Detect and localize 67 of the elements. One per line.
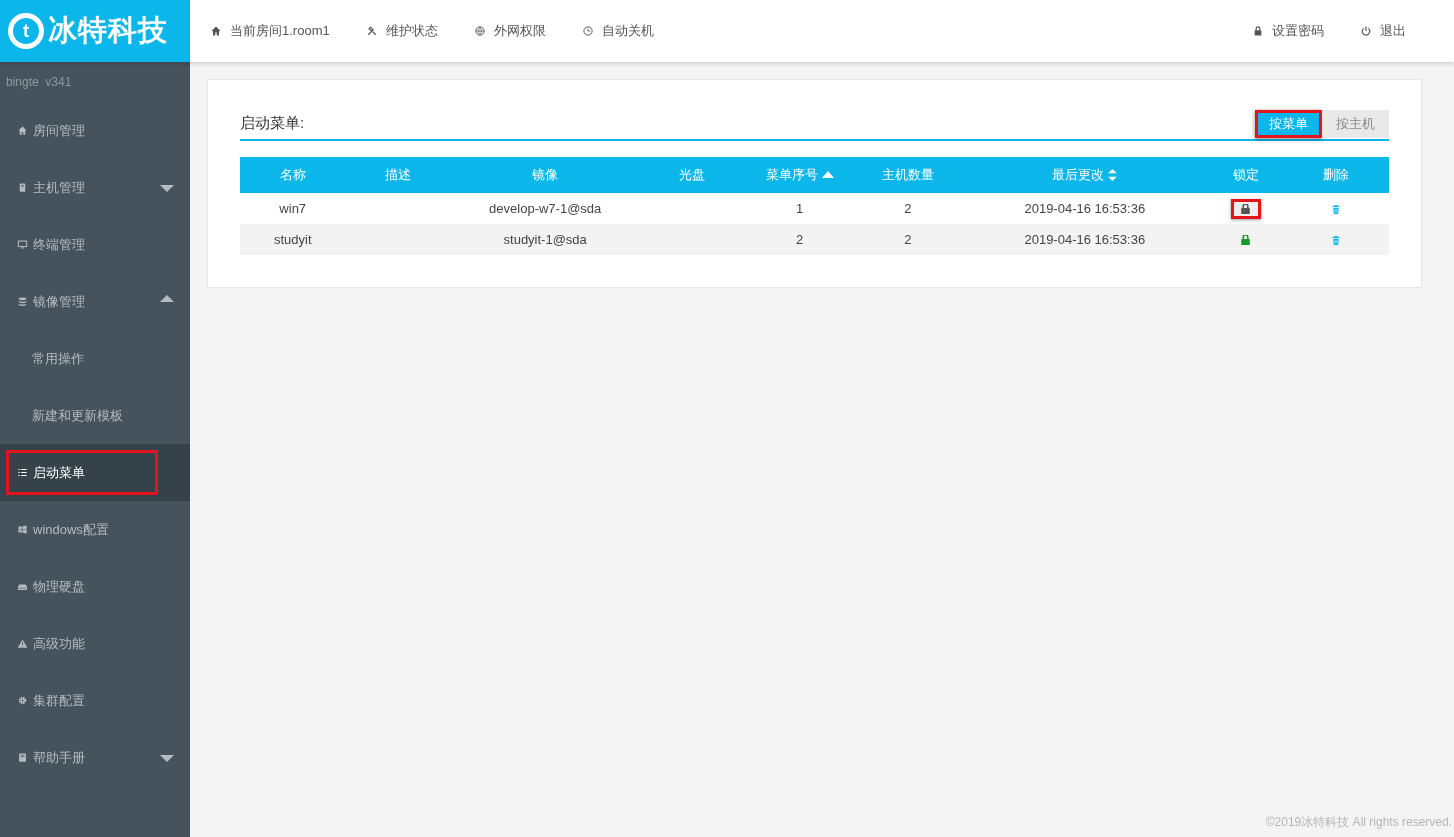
home-icon <box>210 25 222 37</box>
server-icon <box>17 182 28 193</box>
version-label: bingte v341 <box>5 74 73 91</box>
settings-icon <box>17 695 28 706</box>
home-icon <box>17 125 28 136</box>
column-header: 删除 <box>1323 166 1350 185</box>
clock-icon <box>581 25 594 37</box>
sidebar-item[interactable]: 终端管理 <box>0 216 190 273</box>
column-header: 镜像 <box>532 166 559 185</box>
nav-link[interactable]: 退出 <box>1360 21 1406 41</box>
table-cell: 2019-04-16 16:53:36 <box>1024 200 1146 216</box>
column-header: 光盘 <box>679 166 706 185</box>
globe-icon <box>473 25 486 37</box>
lock-icon[interactable] <box>1241 234 1251 245</box>
lock-icon <box>1252 25 1264 37</box>
sidebar-item[interactable]: 常用操作 <box>0 330 190 387</box>
logo-mark: t <box>8 13 44 49</box>
delete-icon[interactable] <box>1331 234 1342 246</box>
sidebar-item[interactable]: 集群配置 <box>0 672 190 729</box>
sort-ascending-icon <box>821 171 834 179</box>
column-header: 锁定 <box>1232 166 1259 185</box>
logo-text: 冰特科技 <box>48 13 168 49</box>
sidebar-item[interactable]: windows配置 <box>0 501 190 558</box>
sidebar-item[interactable]: 镜像管理 <box>0 273 190 330</box>
power-icon <box>1360 25 1372 37</box>
nav-link[interactable]: 自动关机 <box>581 21 654 41</box>
table-cell: 2 <box>904 231 912 247</box>
caret-icon <box>160 185 174 192</box>
sidebar-item[interactable]: 房间管理 <box>0 102 190 159</box>
nav-link[interactable]: 当前房间1.room1 <box>210 21 330 41</box>
sidebar-item[interactable]: 主机管理 <box>0 159 190 216</box>
sort-icon <box>1108 169 1118 181</box>
table-cell: 2019-04-16 16:53:36 <box>1024 231 1146 247</box>
table-cell: 1 <box>796 200 804 216</box>
sidebar-item[interactable]: 启动菜单 <box>0 444 190 501</box>
column-header: 主机数量 <box>881 166 934 185</box>
panel-title: 启动菜单: <box>240 112 306 133</box>
table-cell: win7 <box>279 200 307 216</box>
monitor-icon <box>17 239 28 250</box>
lock-icon[interactable] <box>1241 203 1251 214</box>
column-header: 最后更改 <box>1052 165 1118 185</box>
warning-icon <box>17 638 28 649</box>
tools-icon <box>365 25 378 37</box>
table-cell: studyit <box>273 231 312 247</box>
list-icon <box>17 467 28 478</box>
windows-icon <box>17 524 28 535</box>
sidebar-item[interactable]: 新建和更新模板 <box>0 387 190 444</box>
nav-link[interactable]: 设置密码 <box>1252 21 1324 41</box>
table-cell: studyit-1@sda <box>503 231 587 247</box>
table-cell: 2 <box>904 200 912 216</box>
tab-button[interactable]: 按主机 <box>1322 110 1389 138</box>
book-icon <box>17 752 28 763</box>
table-cell: 2 <box>796 231 804 247</box>
sidebar-item[interactable]: 高级功能 <box>0 615 190 672</box>
database-icon <box>17 296 28 307</box>
nav-link[interactable]: 外网权限 <box>473 21 546 41</box>
caret-icon <box>160 755 174 762</box>
caret-icon <box>160 295 174 302</box>
tab-button[interactable]: 按菜单 <box>1255 110 1322 138</box>
sidebar-item[interactable]: 物理硬盘 <box>0 558 190 615</box>
column-header: 描述 <box>385 166 412 185</box>
sidebar-item[interactable]: 帮助手册 <box>0 729 190 786</box>
column-header: 名称 <box>279 166 306 185</box>
table-cell: develop-w7-1@sda <box>489 200 602 216</box>
nav-link[interactable]: 维护状态 <box>365 21 438 41</box>
delete-icon[interactable] <box>1331 203 1342 215</box>
column-header: 菜单序号 <box>765 165 834 185</box>
